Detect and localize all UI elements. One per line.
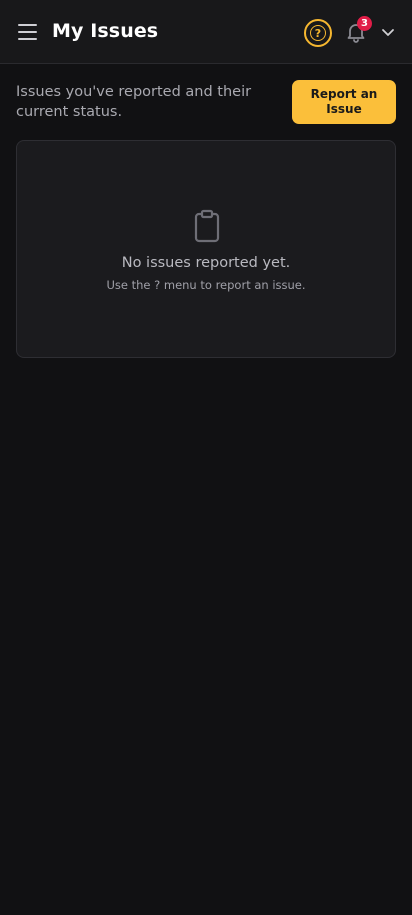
empty-state-card: No issues reported yet. Use the ? menu t… <box>16 140 396 358</box>
clipboard-icon <box>194 209 220 243</box>
notification-badge: 3 <box>357 16 372 31</box>
empty-state-subtitle: Use the ? menu to report an issue. <box>106 278 306 292</box>
top-bar: My Issues ? 3 <box>0 0 412 64</box>
app-root: My Issues ? 3 Issues you've reported and… <box>0 0 412 915</box>
empty-state-title: No issues reported yet. <box>121 255 291 271</box>
report-issue-button[interactable]: Report an Issue <box>292 80 396 124</box>
menu-line <box>18 24 37 26</box>
menu-line <box>18 31 37 33</box>
account-menu-toggle[interactable] <box>380 24 396 40</box>
help-button[interactable]: ? <box>304 19 332 47</box>
page-title: My Issues <box>52 20 159 42</box>
chevron-down-icon <box>382 29 394 36</box>
page-description: Issues you've reported and their current… <box>16 84 252 120</box>
help-icon: ? <box>310 25 326 41</box>
menu-line <box>18 38 37 40</box>
hamburger-menu-icon[interactable] <box>18 22 38 42</box>
